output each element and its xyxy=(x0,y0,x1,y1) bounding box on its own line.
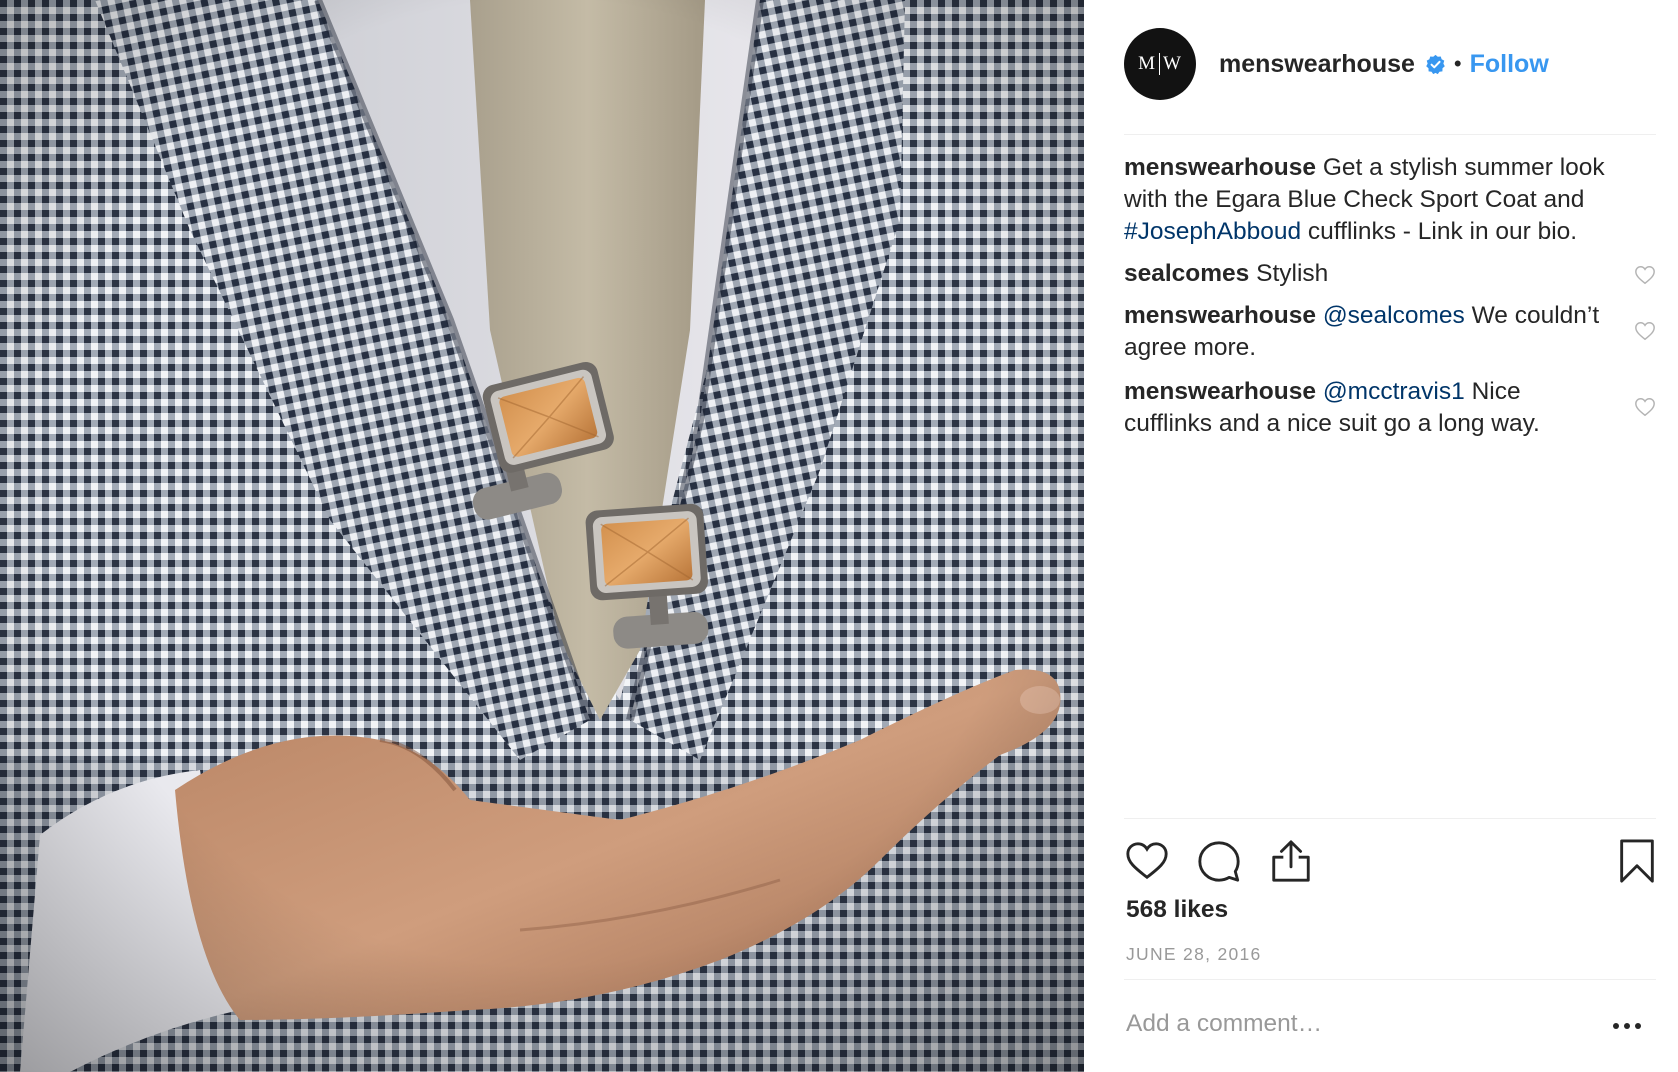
comment-text-after: cufflinks - Link in our bio. xyxy=(1301,218,1578,245)
verified-badge-icon xyxy=(1425,54,1446,75)
comment-username[interactable]: menswearhouse xyxy=(1124,302,1316,329)
comment-input-divider xyxy=(1124,979,1656,980)
avatar-letter-left: M xyxy=(1138,53,1156,74)
post-photo[interactable] xyxy=(0,0,1084,1072)
likes-count[interactable]: 568 likes xyxy=(1126,896,1228,924)
actions-divider xyxy=(1124,818,1656,819)
post-header: M W menswearhouse • Follow xyxy=(1124,28,1656,100)
follow-button[interactable]: Follow xyxy=(1470,50,1549,79)
comment-text: Stylish xyxy=(1256,260,1329,287)
share-icon[interactable] xyxy=(1268,838,1314,884)
header-divider xyxy=(1124,134,1656,135)
post-image xyxy=(0,0,1084,1072)
heart-outline-icon[interactable] xyxy=(1634,320,1656,342)
avatar-divider xyxy=(1158,53,1160,75)
header-username[interactable]: menswearhouse xyxy=(1219,50,1415,79)
action-bar xyxy=(1124,838,1656,886)
comment-username[interactable]: menswearhouse xyxy=(1124,378,1316,405)
instagram-post: M W menswearhouse • Follow menswearhouse… xyxy=(0,0,1678,1072)
caption-comment: menswearhouse Get a stylish summer look … xyxy=(1124,152,1656,248)
list-item: sealcomes Stylish xyxy=(1124,258,1656,290)
comment-bubble-icon[interactable] xyxy=(1196,838,1242,884)
bookmark-icon[interactable] xyxy=(1614,838,1660,884)
list-item: menswearhouse @sealcomes We couldn’t agr… xyxy=(1124,300,1656,364)
more-options-icon[interactable] xyxy=(1612,1020,1642,1032)
list-item: menswearhouse @mcctravis1 Nice cufflinks… xyxy=(1124,376,1656,440)
heart-outline-icon[interactable] xyxy=(1634,264,1656,286)
post-date: JUNE 28, 2016 xyxy=(1126,944,1262,964)
heart-outline-icon[interactable] xyxy=(1634,396,1656,418)
avatar-letter-right: W xyxy=(1162,53,1182,74)
avatar[interactable]: M W xyxy=(1124,28,1196,100)
mention-link[interactable]: @mcctravis1 xyxy=(1323,378,1465,405)
hashtag-link[interactable]: #JosephAbboud xyxy=(1124,218,1301,245)
mention-link[interactable]: @sealcomes xyxy=(1323,302,1465,329)
comment-username[interactable]: menswearhouse xyxy=(1124,154,1316,181)
comment-username[interactable]: sealcomes xyxy=(1124,260,1249,287)
post-side-panel: M W menswearhouse • Follow menswearhouse… xyxy=(1084,0,1678,1072)
add-comment-input[interactable]: Add a comment… xyxy=(1126,1010,1322,1038)
heart-icon[interactable] xyxy=(1124,838,1170,884)
comments-list: menswearhouse Get a stylish summer look … xyxy=(1124,152,1656,440)
separator-dot: • xyxy=(1453,51,1462,76)
